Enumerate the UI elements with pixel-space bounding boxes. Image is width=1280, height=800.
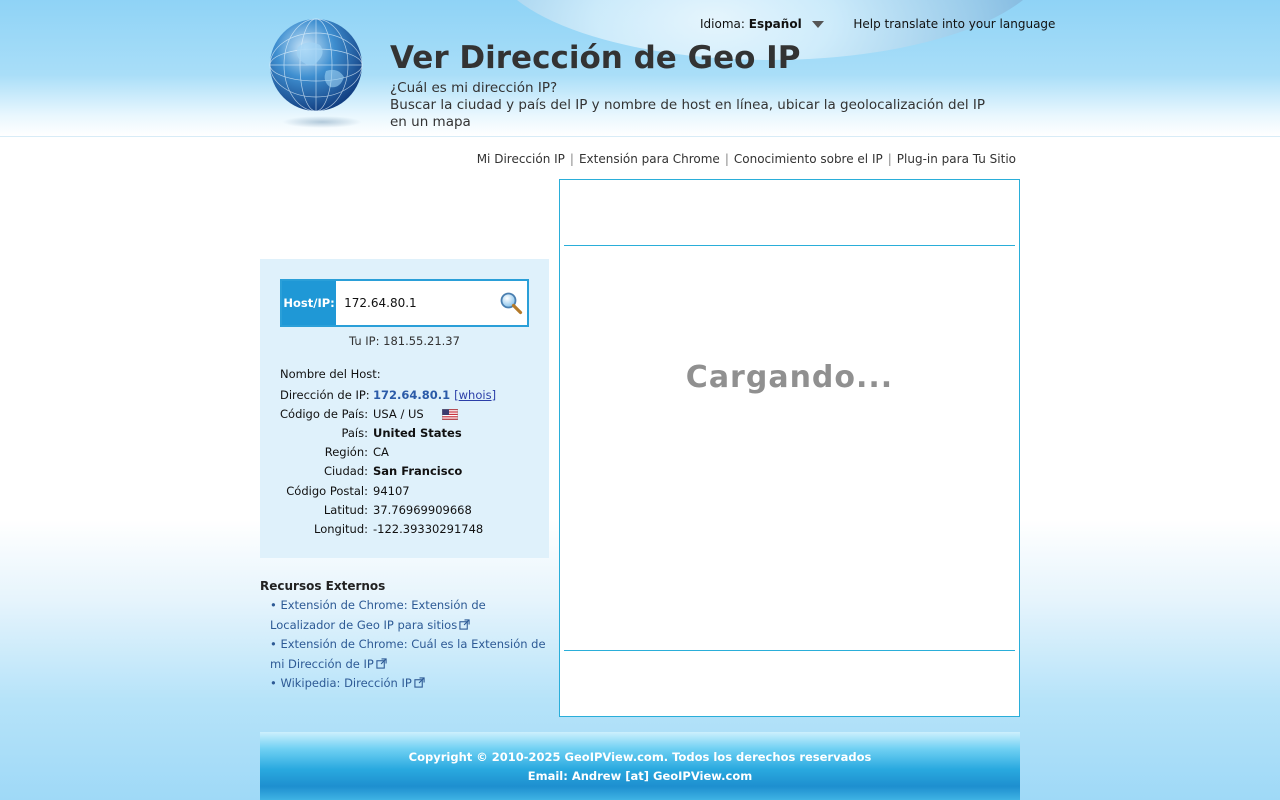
map-panel[interactable]: Cargando... (559, 179, 1020, 717)
info-label: Dirección de IP: (280, 387, 370, 402)
ip-address-value: 172.64.80.1 [whois] (373, 387, 497, 402)
language-selector[interactable]: Idioma: Español (700, 17, 827, 31)
info-label: Longitud: (314, 521, 368, 536)
resource-link[interactable]: Extensión de Chrome: Cuál es la Extensió… (270, 637, 546, 671)
footer-email: Email: Andrew [at] GeoIPView.com (527, 769, 753, 783)
info-row-country: País: United States (280, 423, 540, 442)
ip-info-table: Dirección de IP: 172.64.80.1 [whois] Cód… (280, 385, 540, 539)
longitude-value: -122.39330291748 (373, 521, 484, 536)
whois-link[interactable]: whois (459, 388, 492, 402)
page-subtitle: ¿Cuál es mi dirección IP? Buscar la ciud… (390, 80, 1000, 131)
country-value: United States (373, 425, 462, 440)
host-name-label: Nombre del Host: (280, 367, 381, 381)
map-divider-top (564, 245, 1015, 246)
info-row-city: Ciudad: San Francisco (280, 462, 540, 481)
resource-link[interactable]: Wikipedia: Dirección IP (280, 676, 411, 690)
region-value: CA (373, 445, 389, 460)
subtitle-question: ¿Cuál es mi dirección IP? (390, 80, 558, 96)
nav-item-chrome-extension[interactable]: Extensión para Chrome (579, 152, 720, 166)
caret-down-icon[interactable] (811, 21, 824, 28)
info-label: Código Postal: (286, 483, 368, 498)
search-bar: Host/IP: (280, 279, 529, 327)
host-ip-input[interactable] (336, 281, 495, 325)
info-row-ip: Dirección de IP: 172.64.80.1 [whois] (280, 385, 540, 404)
resource-link[interactable]: Extensión de Chrome: Extensión de Locali… (270, 598, 486, 632)
country-code-value: USA / US (373, 407, 458, 421)
us-flag-icon (441, 408, 458, 420)
nav-item-site-plugin[interactable]: Plug-in para Tu Sitio (897, 152, 1016, 166)
page-title: Ver Dirección de Geo IP (390, 40, 801, 76)
host-ip-label: Host/IP: (282, 281, 337, 325)
magnifier-icon (500, 292, 522, 315)
globe-icon[interactable] (268, 17, 364, 113)
resources-title: Recursos Externos (260, 579, 386, 593)
info-label: Ciudad: (323, 464, 368, 479)
city-value: San Francisco (373, 464, 463, 479)
search-button[interactable] (494, 281, 527, 325)
main-nav: Mi Dirección IP | Extensión para Chrome | Co… (477, 152, 1016, 166)
resource-item: • Extensión de Chrome: Cuál es la Extens… (260, 635, 550, 674)
subtitle-description: Buscar la ciudad y país del IP y nombre … (390, 97, 986, 130)
ip-address-link[interactable]: 172.64.80.1 (373, 388, 450, 402)
map-divider-bottom (564, 650, 1015, 651)
globe-shadow (282, 116, 362, 128)
nav-item-ip-knowledge[interactable]: Conocimiento sobre el IP (734, 152, 883, 166)
external-resources: Recursos Externos • Extensión de Chrome:… (260, 579, 550, 694)
language-value: Español (748, 17, 802, 31)
nav-separator: | (569, 152, 574, 166)
nav-item-mi-ip[interactable]: Mi Dirección IP (477, 152, 565, 166)
info-label: Latitud: (323, 502, 368, 517)
info-row-longitude: Longitud: -122.39330291748 (280, 519, 540, 538)
map-loading-text: Cargando... (685, 360, 894, 395)
footer-copyright: Copyright © 2010-2025 GeoIPView.com. Tod… (408, 750, 872, 764)
info-row-country-code: Código de País: USA / US (280, 404, 540, 423)
bullet: • (270, 598, 277, 612)
resource-item: • Wikipedia: Dirección IP (260, 674, 550, 694)
your-ip-text: Tu IP: 181.55.21.37 (349, 334, 460, 348)
page-footer: Copyright © 2010-2025 GeoIPView.com. Tod… (260, 732, 1020, 800)
info-label: Región: (324, 445, 368, 460)
info-row-region: Región: CA (280, 443, 540, 462)
language-label: Idioma: (700, 17, 745, 31)
info-row-latitude: Latitud: 37.76969909668 (280, 500, 540, 519)
page-header: Ver Dirección de Geo IP ¿Cuál es mi dire… (0, 0, 1280, 137)
ip-lookup-panel: Host/IP: Tu IP: 181.55.21.37 Nombre del … (260, 259, 549, 558)
nav-separator: | (724, 152, 729, 166)
nav-separator: | (887, 152, 892, 166)
help-translate-link[interactable]: Help translate into your language (853, 17, 1055, 31)
bullet: • (270, 637, 277, 651)
top-links: Idioma: Español Help translate into your… (700, 17, 1055, 31)
info-label: Código de País: (280, 406, 369, 421)
external-link-icon (376, 657, 387, 669)
postal-code-value: 94107 (373, 483, 410, 498)
info-label: País: (341, 425, 368, 440)
resource-item: • Extensión de Chrome: Extensión de Loca… (260, 596, 550, 635)
bullet: • (270, 676, 277, 690)
info-row-postal-code: Código Postal: 94107 (280, 481, 540, 500)
external-link-icon (414, 677, 425, 688)
country-code-text: USA / US (373, 406, 424, 421)
latitude-value: 37.76969909668 (373, 502, 472, 517)
external-link-icon (459, 618, 470, 630)
